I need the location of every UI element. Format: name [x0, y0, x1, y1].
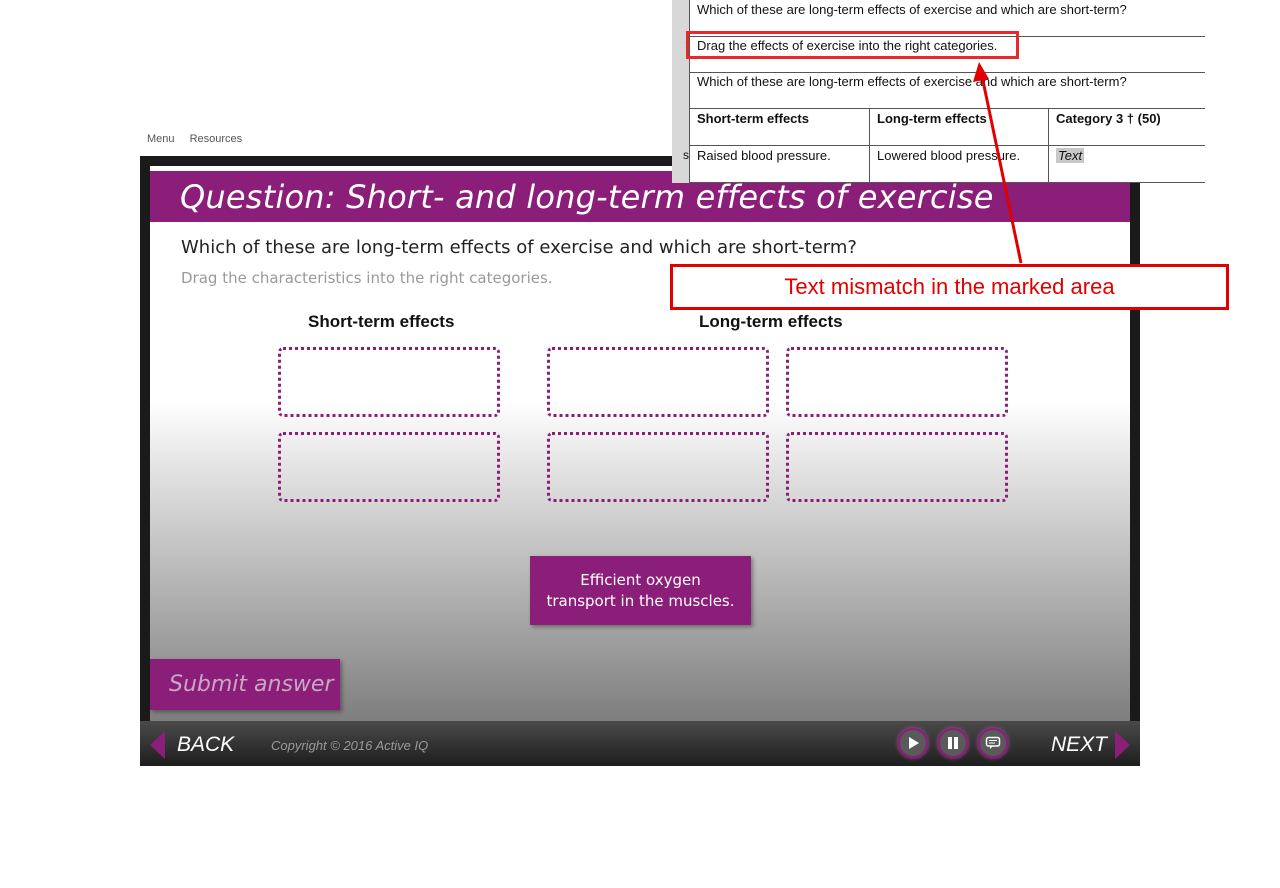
mismatch-highlight-box [686, 31, 1019, 59]
nav-bar: BACK Copyright © 2016 Active IQ NEXT [140, 721, 1140, 766]
mismatch-callout: Text mismatch in the marked area [670, 264, 1229, 310]
drag-item-line-2: transport in the muscles. [546, 591, 735, 610]
next-button[interactable]: NEXT [1051, 731, 1130, 759]
next-label: NEXT [1050, 733, 1107, 756]
spec-value-long: Lowered blood pressure. [877, 148, 1021, 163]
spec-value-cat3: Text [1056, 146, 1085, 182]
next-arrow-icon [1115, 731, 1130, 759]
short-term-drop-zone-1[interactable] [278, 347, 500, 417]
slide-title: Question: Short- and long-term effects o… [180, 178, 994, 216]
play-button[interactable] [898, 728, 928, 758]
long-term-drop-zone-2[interactable] [547, 432, 769, 502]
short-term-label: Short-term effects [308, 312, 455, 331]
spec-value-short: Raised blood pressure. [697, 148, 831, 163]
spec-value-cat3-text: Text [1056, 148, 1085, 163]
spec-row-headers: Short-term effects Long-term effects Cat… [689, 109, 1205, 146]
spec-divider-0 [689, 0, 690, 183]
submit-answer-button[interactable]: Submit answer [150, 659, 340, 710]
short-term-drop-zone-2[interactable] [278, 432, 500, 502]
spec-row-question-2: Which of these are long-term effects of … [689, 72, 1205, 109]
spec-divider-1 [869, 109, 870, 183]
drag-item-efficient-oxygen[interactable]: Efficient oxygen transport in the muscle… [530, 556, 751, 625]
long-term-label: Long-term effects [699, 312, 843, 331]
play-icon [909, 737, 919, 749]
captions-button[interactable] [978, 728, 1008, 758]
spec-gutter-row5: s [683, 148, 689, 162]
back-button[interactable]: BACK [150, 731, 234, 759]
course-player: Question: Short- and long-term effects o… [140, 156, 1140, 766]
captions-icon [985, 736, 1001, 749]
long-term-drop-zone-4[interactable] [786, 432, 1008, 502]
back-label: BACK [177, 733, 235, 756]
copyright-text: Copyright © 2016 Active IQ [271, 738, 429, 753]
long-term-drop-zone-1[interactable] [547, 347, 769, 417]
instruction-text: Drag the characteristics into the right … [181, 269, 553, 287]
resources-link[interactable]: Resources [190, 133, 243, 145]
question-text: Which of these are long-term effects of … [181, 237, 857, 258]
spec-table: t s Which of these are long-term effects… [672, 0, 1205, 183]
long-term-drop-zone-3[interactable] [786, 347, 1008, 417]
back-arrow-icon [150, 731, 165, 759]
spec-divider-2 [1048, 109, 1049, 183]
spec-row3-text: Which of these are long-term effects of … [697, 74, 1127, 89]
spec-header-cat3: Category 3 † (50) [1056, 111, 1161, 126]
spec-row-values: Raised blood pressure. Lowered blood pre… [689, 146, 1205, 183]
menu-link[interactable]: Menu [147, 133, 175, 145]
spec-header-short: Short-term effects [697, 111, 809, 126]
pause-icon [948, 737, 958, 749]
drag-item-line-1: Efficient oxygen [580, 570, 701, 589]
spec-header-long: Long-term effects [877, 111, 987, 126]
slide-area: Question: Short- and long-term effects o… [150, 166, 1130, 721]
pause-button[interactable] [938, 728, 968, 758]
top-links: Menu Resources [147, 133, 254, 145]
